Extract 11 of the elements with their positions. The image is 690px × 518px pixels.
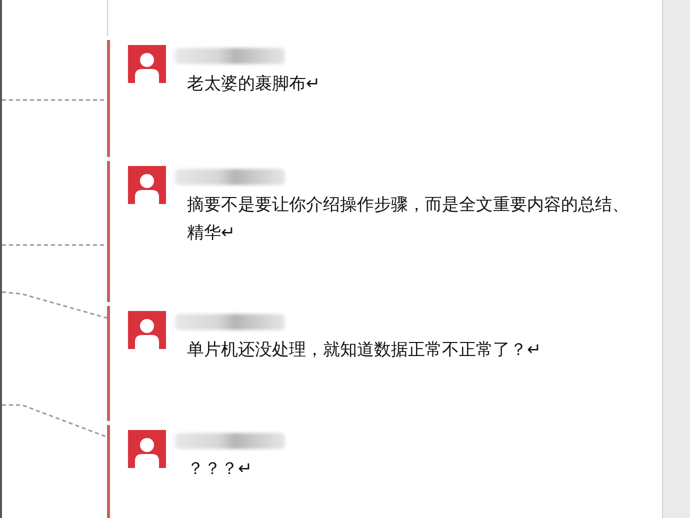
avatar-icon bbox=[128, 311, 166, 349]
comment-balloon[interactable]: ？？？↵ bbox=[107, 425, 662, 518]
comment-text: 单片机还没处理，就知道数据正常不正常了？↵ bbox=[187, 339, 542, 362]
avatar-icon bbox=[128, 166, 166, 204]
comment-text: ？？？↵ bbox=[187, 458, 254, 481]
comment-text: 摘要不是要让你介绍操作步骤，而是全文重要内容的总结、精华↵ bbox=[187, 194, 630, 245]
avatar-icon bbox=[128, 45, 166, 83]
comment-balloon[interactable]: 单片机还没处理，就知道数据正常不正常了？↵ bbox=[107, 306, 662, 421]
comment-balloon[interactable]: 老太婆的裹脚布↵ bbox=[107, 40, 662, 157]
avatar-icon bbox=[128, 430, 166, 468]
comment-text: 老太婆的裹脚布↵ bbox=[187, 73, 322, 96]
